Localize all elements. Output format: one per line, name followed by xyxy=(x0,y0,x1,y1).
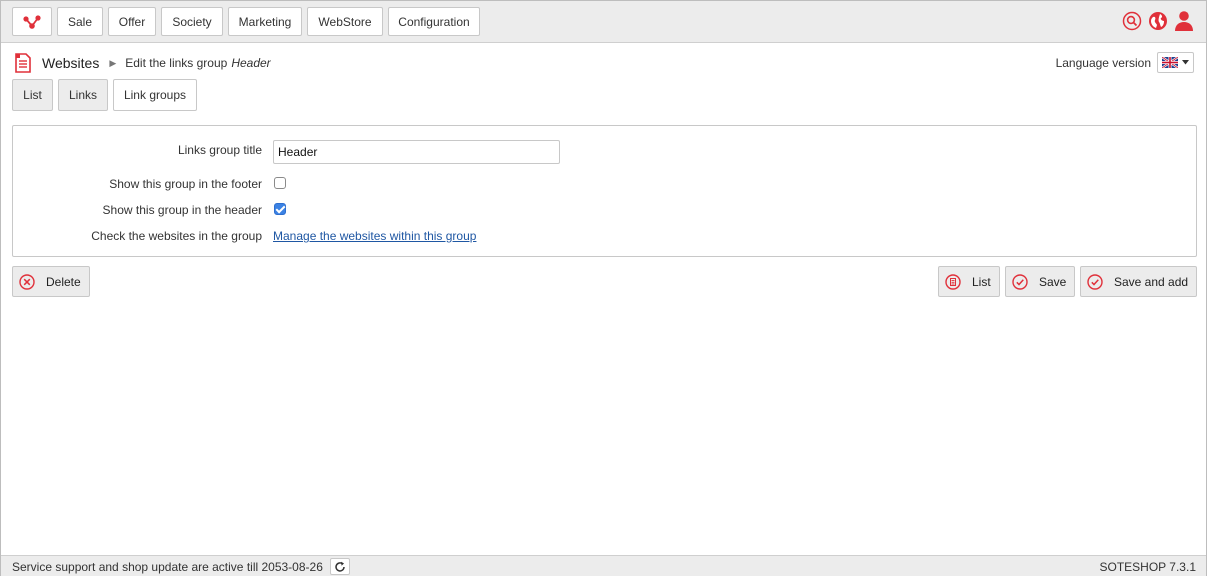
links-group-title-label: Links group title xyxy=(177,143,262,157)
show-in-footer-label: Show this group in the footer xyxy=(109,177,262,191)
top-icons xyxy=(1122,10,1194,32)
home-logo-button[interactable] xyxy=(12,7,52,36)
footer-bar: Service support and shop update are acti… xyxy=(1,555,1206,576)
page-title: Edit the links group Header xyxy=(125,56,270,70)
document-icon xyxy=(15,53,31,73)
show-in-header-label: Show this group in the header xyxy=(102,203,262,217)
breadcrumb-separator-icon: ▶ xyxy=(109,57,117,68)
show-in-header-checkbox[interactable] xyxy=(274,203,286,215)
form-panel: Links group title Show this group in the… xyxy=(12,125,1197,257)
delete-circle-x-icon xyxy=(18,273,36,291)
tab-list[interactable]: List xyxy=(12,79,53,111)
nav-configuration[interactable]: Configuration xyxy=(388,7,480,36)
language-label: Language version xyxy=(1055,55,1151,70)
breadcrumb-section[interactable]: Websites xyxy=(42,55,99,71)
refresh-icon xyxy=(335,561,345,572)
language-dropdown[interactable] xyxy=(1157,52,1194,73)
manage-websites-link[interactable]: Manage the websites within this group xyxy=(273,229,476,243)
check-circle-icon xyxy=(1086,273,1104,291)
row-header: Show this group in the header xyxy=(13,200,1196,220)
page-title-prefix: Edit the links group xyxy=(125,56,228,70)
nav-offer[interactable]: Offer xyxy=(108,7,156,36)
share-network-icon xyxy=(23,14,41,29)
globe-icon[interactable] xyxy=(1148,10,1168,32)
list-document-icon xyxy=(944,273,962,291)
breadcrumb: Websites ▶ Edit the links group Header xyxy=(14,52,271,74)
nav-marketing[interactable]: Marketing xyxy=(228,7,302,36)
nav-society[interactable]: Society xyxy=(161,7,223,36)
search-icon[interactable] xyxy=(1122,10,1142,32)
list-button-label: List xyxy=(972,274,991,289)
language-selector: Language version xyxy=(1056,52,1194,73)
row-footer: Show this group in the footer xyxy=(13,174,1196,194)
delete-button-label: Delete xyxy=(46,274,81,289)
tab-link-groups[interactable]: Link groups xyxy=(113,79,197,111)
show-in-footer-checkbox[interactable] xyxy=(274,177,286,189)
chevron-down-icon xyxy=(1182,60,1189,65)
nav-sale[interactable]: Sale xyxy=(57,7,103,36)
tab-links[interactable]: Links xyxy=(58,79,108,111)
delete-button[interactable]: Delete xyxy=(12,266,90,297)
service-status-text: Service support and shop update are acti… xyxy=(12,560,323,574)
page-title-item: Header xyxy=(231,56,271,70)
top-bar: Sale Offer Society Marketing WebStore Co… xyxy=(1,1,1206,43)
check-circle-icon xyxy=(1011,273,1029,291)
refresh-button[interactable] xyxy=(330,558,350,575)
row-websites: Check the websites in the group Manage t… xyxy=(13,226,1196,246)
save-and-add-button-label: Save and add xyxy=(1114,274,1189,289)
save-and-add-button[interactable]: Save and add xyxy=(1080,266,1197,297)
links-group-title-input[interactable] xyxy=(273,140,560,164)
user-icon[interactable] xyxy=(1174,10,1194,32)
nav-webstore[interactable]: WebStore xyxy=(307,7,383,36)
version-text: SOTESHOP 7.3.1 xyxy=(1099,560,1197,574)
save-button[interactable]: Save xyxy=(1005,266,1075,297)
list-button[interactable]: List xyxy=(938,266,1000,297)
check-websites-label: Check the websites in the group xyxy=(91,229,262,243)
row-title: Links group title xyxy=(13,140,1196,164)
uk-flag-icon xyxy=(1162,57,1178,68)
save-button-label: Save xyxy=(1039,274,1067,289)
